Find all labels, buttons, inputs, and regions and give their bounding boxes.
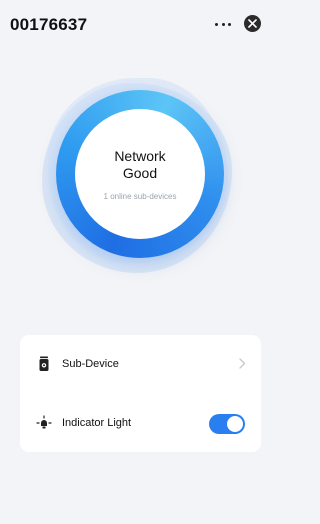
device-detail-page: 00176637 Network Good 1 online sub-devic…	[0, 0, 267, 524]
toggle-knob	[227, 416, 243, 432]
close-icon	[248, 19, 257, 28]
sub-device-icon	[39, 356, 49, 371]
indicator-light-row: Indicator Light	[20, 401, 261, 445]
header: 00176637	[0, 0, 267, 48]
indicator-light-icon	[36, 415, 52, 429]
device-id-title: 00176637	[10, 15, 88, 34]
more-dot	[221, 22, 225, 26]
network-ring: Network Good 1 online sub-devices	[56, 90, 224, 258]
network-status: Good	[122, 164, 158, 181]
indicator-light-label: Indicator Light	[62, 417, 132, 429]
network-label: Network	[114, 147, 166, 164]
settings-card: Sub-Device Indicator Light	[20, 335, 261, 452]
network-ring-center: Network Good 1 online sub-devices	[75, 109, 205, 239]
chevron-right-icon	[239, 358, 246, 369]
network-status-indicator: Network Good 1 online sub-devices	[30, 68, 240, 278]
sub-device-label: Sub-Device	[62, 358, 119, 370]
more-dot	[215, 22, 218, 26]
more-dot	[228, 22, 231, 26]
online-sub-devices-count: 1 online sub-devices	[103, 191, 177, 201]
indicator-light-toggle[interactable]	[209, 414, 245, 434]
sub-device-row[interactable]: Sub-Device	[20, 342, 261, 386]
more-options-button[interactable]	[215, 17, 231, 31]
close-button[interactable]	[244, 15, 261, 32]
